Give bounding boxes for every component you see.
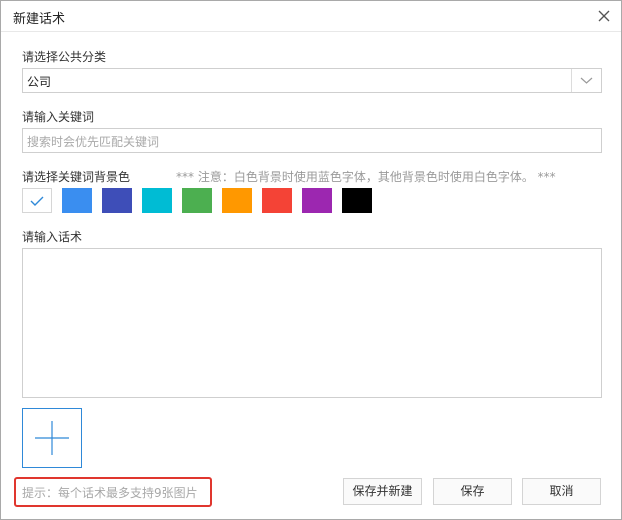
- bg-color-note: *** 注意：白色背景时使用蓝色字体，其他背景色时使用白色字体。 ***: [176, 170, 556, 184]
- color-swatch[interactable]: [102, 188, 132, 213]
- keyword-input[interactable]: 搜索时会优先匹配关键词: [22, 128, 602, 153]
- chevron-down-icon: [580, 77, 593, 84]
- close-button[interactable]: [593, 5, 615, 27]
- color-swatch[interactable]: [22, 188, 52, 213]
- new-script-dialog: 新建话术 请选择公共分类 公司 请输入关键词 搜索时会优先匹配关键词 请选择关键…: [0, 0, 622, 520]
- keyword-placeholder: 搜索时会优先匹配关键词: [27, 135, 160, 149]
- color-swatch[interactable]: [182, 188, 212, 213]
- script-textarea[interactable]: [22, 248, 602, 398]
- public-category-select[interactable]: 公司: [22, 68, 602, 93]
- color-swatch[interactable]: [342, 188, 372, 213]
- color-swatch[interactable]: [262, 188, 292, 213]
- plus-icon: [35, 421, 69, 455]
- image-limit-hint: 提示：每个话术最多支持9张图片: [22, 486, 198, 500]
- keyword-label: 请输入关键词: [22, 110, 95, 124]
- script-label: 请输入话术: [22, 230, 83, 244]
- dialog-title: 新建话术: [13, 12, 66, 27]
- save-and-new-button[interactable]: 保存并新建: [343, 478, 422, 505]
- color-swatch[interactable]: [222, 188, 252, 213]
- public-category-value: 公司: [27, 75, 52, 89]
- add-image-button[interactable]: [22, 408, 82, 468]
- close-icon: [598, 10, 610, 22]
- color-swatch[interactable]: [142, 188, 172, 213]
- save-button[interactable]: 保存: [433, 478, 512, 505]
- select-dropdown-button[interactable]: [571, 69, 601, 92]
- public-category-label: 请选择公共分类: [22, 50, 107, 64]
- check-icon: [30, 196, 44, 206]
- color-swatch[interactable]: [302, 188, 332, 213]
- bg-color-label: 请选择关键词背景色: [22, 170, 131, 184]
- cancel-button[interactable]: 取消: [522, 478, 601, 505]
- color-swatch[interactable]: [62, 188, 92, 213]
- title-bar: 新建话术: [1, 1, 621, 32]
